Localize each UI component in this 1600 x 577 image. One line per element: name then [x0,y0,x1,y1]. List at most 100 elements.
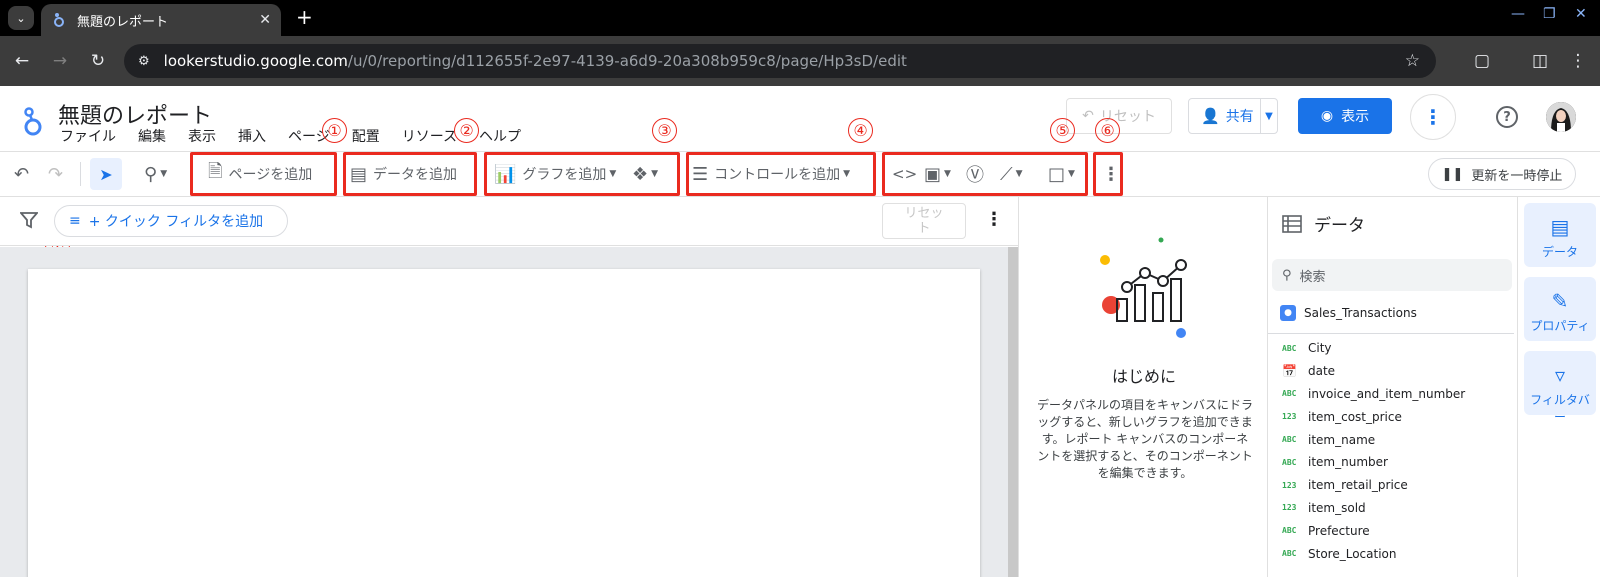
avatar[interactable] [1546,102,1576,132]
filter-reset-button[interactable]: リセット [882,203,966,239]
field-type-icon: 123 [1282,412,1297,422]
header-more-icon[interactable]: ⋮ [1410,94,1456,140]
address-bar[interactable]: ⚙ lookerstudio.google.com/u/0/reporting/… [124,44,1436,78]
data-table-icon: ▤ [1550,215,1570,239]
zoom-caret-icon: ▼ [160,169,168,179]
toolbar-divider [80,162,81,186]
close-window-icon[interactable]: ✕ [1575,6,1587,22]
add-quick-filter-label: + クイック フィルタを追加 [88,214,264,230]
rail-data-button[interactable]: ▤ データ [1524,203,1596,267]
eye-icon: ◉ [1320,108,1334,124]
side-panel-icon[interactable]: ◫ [1528,49,1552,73]
annotation-number-6: ⑥ [1095,118,1120,143]
filter-funnel-icon: ▿ [1554,363,1566,387]
pause-updates-label: 更新を一時停止 [1471,168,1563,184]
annotation-number-3: ③ [652,118,677,143]
view-button[interactable]: ◉ 表示 [1298,98,1392,134]
field-item[interactable]: 123 item_cost_price [1282,405,1512,428]
zoom-button[interactable]: ⚲ ▼ [144,160,167,188]
field-item[interactable]: 123 item_sold [1282,497,1512,520]
menu-help[interactable]: ヘルプ [479,126,521,146]
minimize-icon[interactable]: — [1511,6,1525,22]
rail-filterbar-label: フィルタバー [1530,393,1590,424]
pause-updates-button[interactable]: ❚❚ 更新を一時停止 [1428,158,1576,190]
field-name: City [1308,341,1332,356]
select-pointer-icon[interactable]: ➤ [90,158,122,190]
redo-icon[interactable]: ↷ [48,160,63,188]
rail-properties-button[interactable]: ✎ プロパティ [1524,277,1596,341]
menu-resource[interactable]: リソース [402,126,457,146]
right-rail: ▤ データ ✎ プロパティ ▿ フィルタバー [1518,197,1600,577]
field-item[interactable]: 123 item_retail_price [1282,474,1512,497]
field-item[interactable]: ABC item_number [1282,451,1512,474]
pause-icon: ❚❚ [1441,166,1464,182]
add-person-icon: 👤 [1201,107,1220,125]
field-item[interactable]: ABC Prefecture [1282,519,1512,542]
field-item[interactable]: ABC invoice_and_item_number [1282,383,1512,406]
new-tab-icon[interactable]: + [296,6,313,28]
calendar-icon: 📅 [1282,364,1297,379]
app-header: 無題のレポート ファイル 編集 表示 挿入 ページ 配置 リソース ヘルプ ↶ … [0,86,1600,152]
field-item[interactable]: ABC Store_Location [1282,542,1512,565]
back-icon[interactable]: ← [10,49,34,73]
field-name: item_retail_price [1308,478,1408,493]
menu-insert[interactable]: 挿入 [238,126,266,146]
share-button[interactable]: 👤 共有 ▼ [1188,98,1278,134]
field-type-icon: ABC [1282,389,1297,399]
report-canvas-area[interactable] [0,247,1008,577]
field-item[interactable]: 📅 date [1282,360,1512,383]
data-panel-header: データ [1282,211,1365,236]
intro-body: データパネルの項目をキャンバスにドラッグすると、新しいグラフを追加できます。レポ… [1037,398,1254,480]
share-dropdown-icon[interactable]: ▼ [1261,111,1277,122]
browser-menu-icon[interactable]: ⋮ [1566,49,1590,73]
help-icon[interactable]: ? [1496,106,1518,128]
tab-search-chevron-icon[interactable]: ⌄ [8,6,34,30]
site-info-icon[interactable]: ⚙ [138,54,150,69]
browser-tab-strip: ⌄ 無題のレポート ✕ + — ❐ ✕ [0,0,1600,36]
annotation-number-5: ⑤ [1050,118,1075,143]
data-source-item[interactable]: ● Sales_Transactions [1280,305,1417,321]
reload-icon[interactable]: ↻ [86,49,110,73]
annotation-number-4: ④ [848,118,873,143]
bookmark-star-icon[interactable]: ☆ [1405,51,1420,71]
field-item[interactable]: ABC City [1282,337,1512,360]
extensions-icon[interactable]: ▢ [1470,49,1494,73]
intro-title: はじめに [1111,367,1176,386]
field-name: Store_Location [1308,546,1397,561]
canvas-scrollbar[interactable] [1008,247,1018,577]
browser-tab-active[interactable]: 無題のレポート ✕ [41,4,281,36]
browser-toolbar: ← → ↻ ⚙ lookerstudio.google.com/u/0/repo… [0,36,1600,86]
field-list: ABC City 📅 date ABC invoice_and_item_number… [1282,337,1512,565]
report-canvas-page[interactable] [28,269,980,577]
field-name: date [1308,364,1336,379]
field-item[interactable]: ABC item_name [1282,428,1512,451]
add-quick-filter-button[interactable]: ≡ + クイック フィルタを追加 [54,205,288,237]
data-panel: データ ⚲ 検索 ● Sales_Transactions ABC City 📅 d… [1268,197,1518,577]
rail-data-label: データ [1541,245,1578,259]
tab-close-icon[interactable]: ✕ [259,12,271,28]
menu-arrange[interactable]: 配置 [352,126,380,146]
menu-file[interactable]: ファイル [60,126,116,146]
annotation-box-1 [190,152,337,196]
undo-icon[interactable]: ↶ [14,160,29,188]
annotation-box-4 [686,152,876,196]
rail-properties-label: プロパティ [1530,319,1590,333]
url-host: lookerstudio.google.com [163,52,348,70]
menu-view[interactable]: 表示 [188,126,216,146]
filter-more-icon[interactable]: ⋮ [985,209,1003,230]
getting-started-panel: はじめに データパネルの項目をキャンバスにドラッグすると、新しいグラフを追加でき… [1018,197,1268,577]
data-panel-divider [1268,333,1514,334]
forward-icon[interactable]: → [48,49,72,73]
filter-lines-icon: ≡ [69,213,81,229]
undo-arrow-icon: ↶ [1082,108,1094,124]
field-name: item_name [1308,432,1376,447]
tab-title: 無題のレポート [77,14,169,30]
zoom-icon: ⚲ [144,163,158,185]
data-search-input[interactable]: ⚲ 検索 [1272,259,1512,291]
menu-edit[interactable]: 編集 [138,126,166,146]
url-path: /u/0/reporting/d112655f-2e97-4139-a6d9-2… [347,52,907,70]
filter-funnel-icon[interactable] [20,211,38,229]
annotation-box-6 [1093,152,1123,196]
restore-icon[interactable]: ❐ [1543,6,1556,22]
rail-filterbar-button[interactable]: ▿ フィルタバー [1524,351,1596,424]
